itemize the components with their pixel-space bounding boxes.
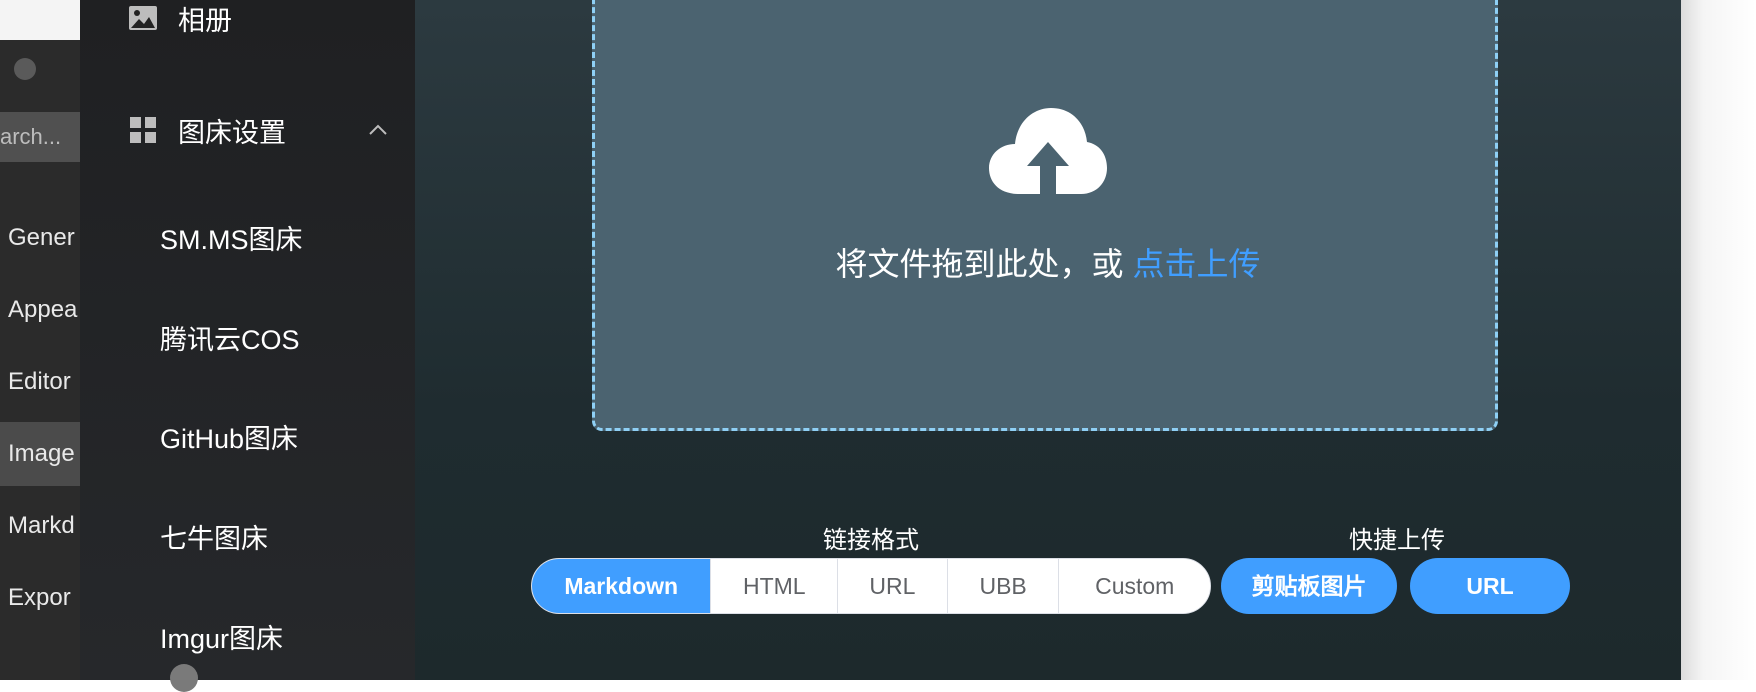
url-upload-button[interactable]: URL (1410, 558, 1570, 614)
upload-main-panel: 将文件拖到此处，或 点击上传 链接格式 Markdown HTML URL UB… (415, 0, 1681, 680)
sidebar-item-album-label: 相册 (178, 5, 232, 36)
format-html-button[interactable]: HTML (711, 559, 839, 613)
cloud-upload-icon (989, 108, 1107, 196)
picture-icon (129, 6, 157, 30)
link-format-caption: 链接格式 (823, 527, 919, 554)
format-markdown-button[interactable]: Markdown (532, 559, 712, 613)
sidebar-subitem-tencent-cos[interactable]: 腾讯云COS (160, 318, 300, 357)
format-ubb-button[interactable]: UBB (947, 559, 1060, 613)
link-format-button-group: Markdown HTML URL UBB Custom (531, 558, 1211, 614)
sidebar-subitem-imgur[interactable]: Imgur图床 (160, 617, 283, 656)
grid-icon (130, 117, 156, 143)
format-custom-button[interactable]: Custom (1059, 559, 1210, 613)
settings-item-general[interactable]: Gener (8, 220, 90, 256)
format-url-button[interactable]: URL (838, 559, 948, 613)
sidebar-subitem-github[interactable]: GitHub图床 (160, 417, 298, 456)
sidebar-item-picbed-settings-label: 图床设置 (178, 117, 286, 148)
window-edge-shadow (1681, 0, 1756, 680)
window-control-button[interactable] (14, 58, 36, 80)
quick-upload-caption: 快捷上传 (1349, 527, 1445, 554)
clipboard-upload-button[interactable]: 剪贴板图片 (1221, 558, 1397, 614)
dropzone-instruction: 将文件拖到此处，或 (835, 246, 1133, 282)
sidebar-item-album[interactable]: 相册 (80, 0, 410, 48)
settings-item-appearance[interactable]: Appea (8, 292, 90, 328)
info-icon[interactable] (170, 664, 198, 692)
settings-item-markdown[interactable]: Markd (8, 508, 90, 544)
dropzone-text: 将文件拖到此处，或 点击上传 (595, 239, 1501, 285)
settings-item-editor[interactable]: Editor (8, 364, 90, 400)
picgo-sidebar: 相册 图床设置 SM.MS图床 腾讯云COS GitHub图床 七牛图床 Img… (80, 0, 498, 692)
click-upload-link[interactable]: 点击上传 (1132, 246, 1260, 282)
upload-dropzone[interactable]: 将文件拖到此处，或 点击上传 (592, 0, 1498, 431)
settings-search-input[interactable]: arch... (0, 112, 90, 162)
chevron-up-icon[interactable] (368, 120, 388, 140)
sidebar-item-picbed-settings[interactable]: 图床设置 (80, 100, 410, 160)
settings-item-export[interactable]: Expor (8, 580, 90, 616)
sidebar-subitem-smms[interactable]: SM.MS图床 (160, 218, 303, 257)
settings-item-image[interactable]: Image (0, 422, 90, 486)
sidebar-subitem-qiniu[interactable]: 七牛图床 (160, 517, 268, 556)
